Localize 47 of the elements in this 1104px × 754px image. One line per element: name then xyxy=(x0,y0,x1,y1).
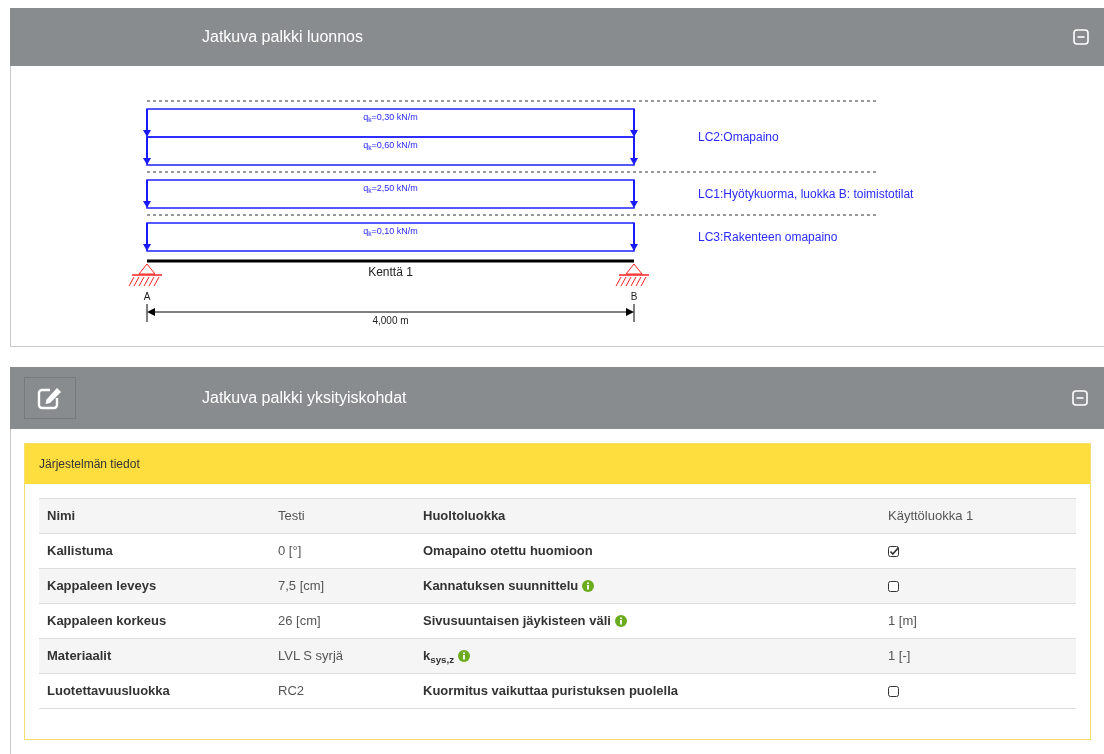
info-icon[interactable] xyxy=(458,650,471,662)
table-cell-text: Kannatuksen suunnittelu xyxy=(423,577,579,596)
load-case-label: LC2:Omapaino xyxy=(698,130,779,144)
table-cell-text: RC2 xyxy=(278,682,305,701)
table-cell-text: Kappaleen korkeus xyxy=(46,612,168,631)
table-cell-text: Omapaino otettu huomioon xyxy=(423,542,593,561)
section-title: Järjestelmän tiedot xyxy=(39,456,140,473)
info-icon[interactable] xyxy=(582,580,595,592)
table-cell-text: 26 [cm] xyxy=(278,612,322,631)
load-label: q$_{k}$=0,10 kN/m xyxy=(363,226,418,237)
table-cell-text: Huoltoluokka xyxy=(423,507,506,526)
pin-support-drawing xyxy=(128,263,163,287)
panel-title: Jatkuva palkki yksityiskohdat xyxy=(202,388,408,408)
table-cell-text: k$_{sys,z}$ xyxy=(423,647,455,666)
pin-support-drawing xyxy=(615,263,650,287)
checkbox[interactable] xyxy=(888,545,899,557)
edit-button[interactable] xyxy=(24,377,76,419)
table-cell-text: Käyttöluokka 1 xyxy=(888,507,974,526)
table-cell-text: 1 [-] xyxy=(888,647,911,666)
collapse-icon[interactable] xyxy=(1072,390,1088,406)
collapse-icon[interactable] xyxy=(1073,29,1089,45)
table-cell-text: Nimi xyxy=(46,507,77,526)
table-cell-text: Sivusuuntaisen jäykisteen väli xyxy=(423,612,611,631)
load-case-label: LC1:Hyötykuorma, luokka B: toimistotilat xyxy=(698,187,914,201)
load-label: q$_{k}$=0,30 kN/m xyxy=(363,112,418,123)
checkbox[interactable] xyxy=(888,580,899,592)
support-label: A xyxy=(143,291,151,303)
table-cell-text: Kuormitus vaikuttaa puristuksen puolella xyxy=(423,682,678,701)
table-cell-text: Testi xyxy=(278,507,306,526)
span-label: Kenttä 1 xyxy=(368,265,413,279)
edit-icon xyxy=(37,386,63,410)
load-label: q$_{k}$=2,50 kN/m xyxy=(363,183,418,194)
load-case-label: LC3:Rakenteen omapaino xyxy=(698,230,838,244)
table-cell-text: Kallistuma xyxy=(46,542,114,561)
table-cell-text: Luotettavuusluokka xyxy=(46,682,171,701)
load-label: q$_{k}$=0,60 kN/m xyxy=(363,140,418,151)
table-cell-text: LVL S syrjä xyxy=(278,647,345,666)
table-cell-text: 1 [m] xyxy=(888,612,917,631)
table-cell-text: 0 [°] xyxy=(278,542,303,561)
info-icon[interactable] xyxy=(614,615,627,627)
checkbox[interactable] xyxy=(888,685,899,697)
table-cell-text: Materiaalit xyxy=(46,647,113,666)
panel-title: Jatkuva palkki luonnos xyxy=(202,27,364,47)
dimension-label: 4,000 m xyxy=(372,315,409,327)
table-cell-text: 7,5 [cm] xyxy=(278,577,326,596)
support-label: B xyxy=(630,291,638,303)
table-cell-text: Kappaleen leveys xyxy=(46,577,158,596)
